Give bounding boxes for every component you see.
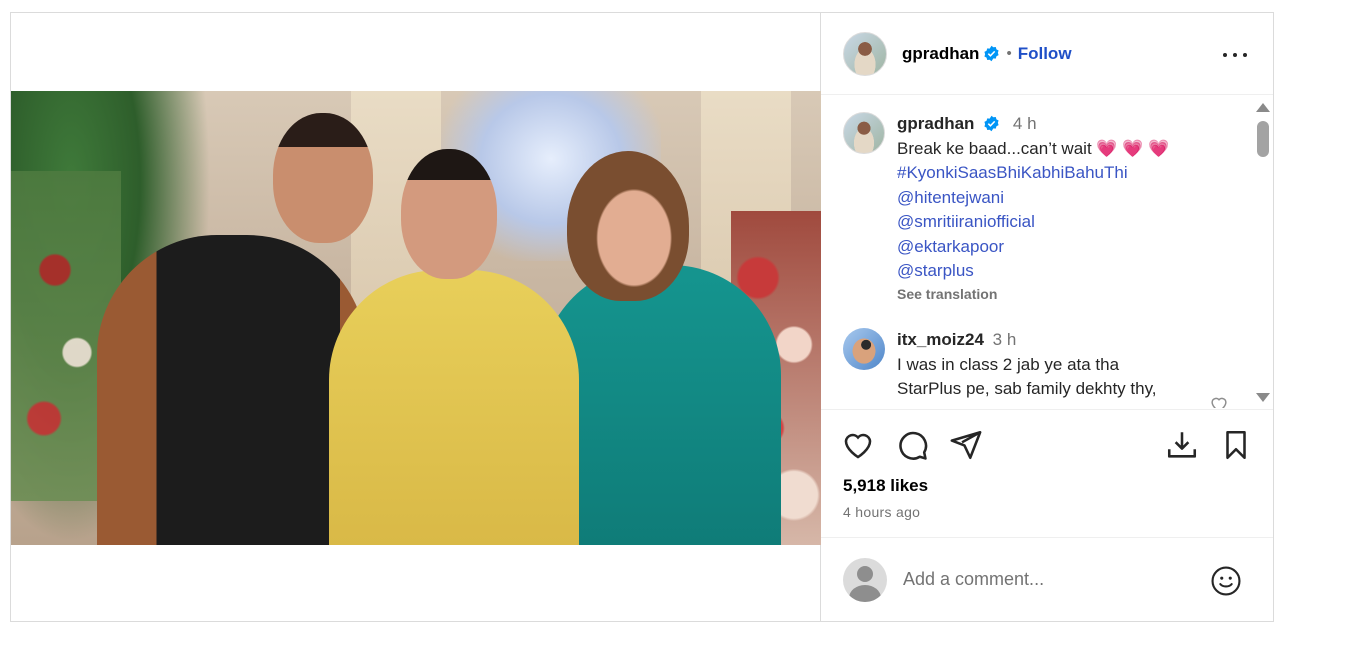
caption-body: gpradhan 4 h Break ke baad...can’t wait … (897, 112, 1227, 302)
follow-button[interactable]: Follow (1018, 44, 1072, 64)
post-time[interactable]: 4 hours ago (843, 504, 920, 520)
comment-time[interactable]: 3 h (993, 330, 1017, 349)
mention-link[interactable]: @ektarkapoor (897, 237, 1004, 256)
caption-username[interactable]: gpradhan (897, 114, 974, 133)
comments-scrollbar[interactable] (1253, 99, 1273, 409)
caption-avatar[interactable] (843, 112, 885, 154)
hashtag-link[interactable]: #KyonkiSaasBhiKabhiBahuThi (897, 163, 1128, 182)
comment-text-line: I was in class 2 jab ye ata tha (897, 354, 1120, 374)
see-translation-button[interactable]: See translation (897, 286, 1227, 302)
comments-list[interactable]: gpradhan 4 h Break ke baad...can’t wait … (821, 96, 1273, 408)
mention-link[interactable]: @smritiiraniofficial (897, 212, 1035, 231)
author-avatar[interactable] (843, 31, 887, 76)
verified-icon (984, 115, 999, 132)
save-icon[interactable] (1219, 428, 1253, 462)
mention-link[interactable]: @hitentejwani (897, 188, 1004, 207)
post-sidebar: gpradhan • Follow gpradhan 4 h Break ke … (821, 13, 1273, 621)
comment-icon[interactable] (895, 428, 929, 462)
more-icon[interactable] (1223, 43, 1247, 67)
scroll-thumb[interactable] (1257, 121, 1269, 157)
post-media (11, 13, 821, 621)
viewer-avatar (843, 557, 887, 602)
post-header: gpradhan • Follow (821, 13, 1273, 95)
commenter-avatar[interactable] (843, 328, 885, 370)
emoji-icon[interactable] (1209, 564, 1243, 598)
person-center (329, 270, 579, 545)
comment-item: itx_moiz24 3 h I was in class 2 jab ye a… (843, 328, 1227, 402)
scroll-down-arrow[interactable] (1256, 393, 1270, 402)
verified-icon (984, 45, 1000, 62)
share-icon[interactable] (949, 428, 983, 462)
comment-body: itx_moiz24 3 h I was in class 2 jab ye a… (897, 328, 1227, 402)
comment-text-line: StarPlus pe, sab family dekhty thy, (897, 379, 1157, 398)
scroll-up-arrow[interactable] (1256, 103, 1270, 112)
person-right-head (567, 151, 689, 301)
comment-input[interactable] (903, 569, 1193, 590)
post-card: gpradhan • Follow gpradhan 4 h Break ke … (10, 12, 1274, 622)
caption-time[interactable]: 4 h (1013, 114, 1037, 133)
person-left (97, 235, 367, 545)
like-icon[interactable] (841, 428, 875, 462)
download-icon[interactable] (1165, 428, 1199, 462)
post-photo[interactable] (11, 91, 821, 545)
action-bar: 5,918 likes 4 hours ago (821, 409, 1273, 537)
separator-dot: • (1006, 45, 1012, 62)
heart-emojis: 💗 💗 💗 (1096, 138, 1170, 158)
author-username[interactable]: gpradhan (902, 44, 979, 64)
mention-link[interactable]: @starplus (897, 261, 974, 280)
add-comment-bar (821, 537, 1273, 621)
caption: gpradhan 4 h Break ke baad...can’t wait … (843, 112, 1227, 302)
comment-like-icon[interactable] (1208, 393, 1230, 408)
person-center-head (401, 149, 497, 279)
person-left-head (273, 113, 373, 243)
caption-text: Break ke baad...can’t wait (897, 138, 1092, 158)
commenter-username[interactable]: itx_moiz24 (897, 330, 984, 349)
likes-count[interactable]: 5,918 likes (843, 476, 928, 496)
